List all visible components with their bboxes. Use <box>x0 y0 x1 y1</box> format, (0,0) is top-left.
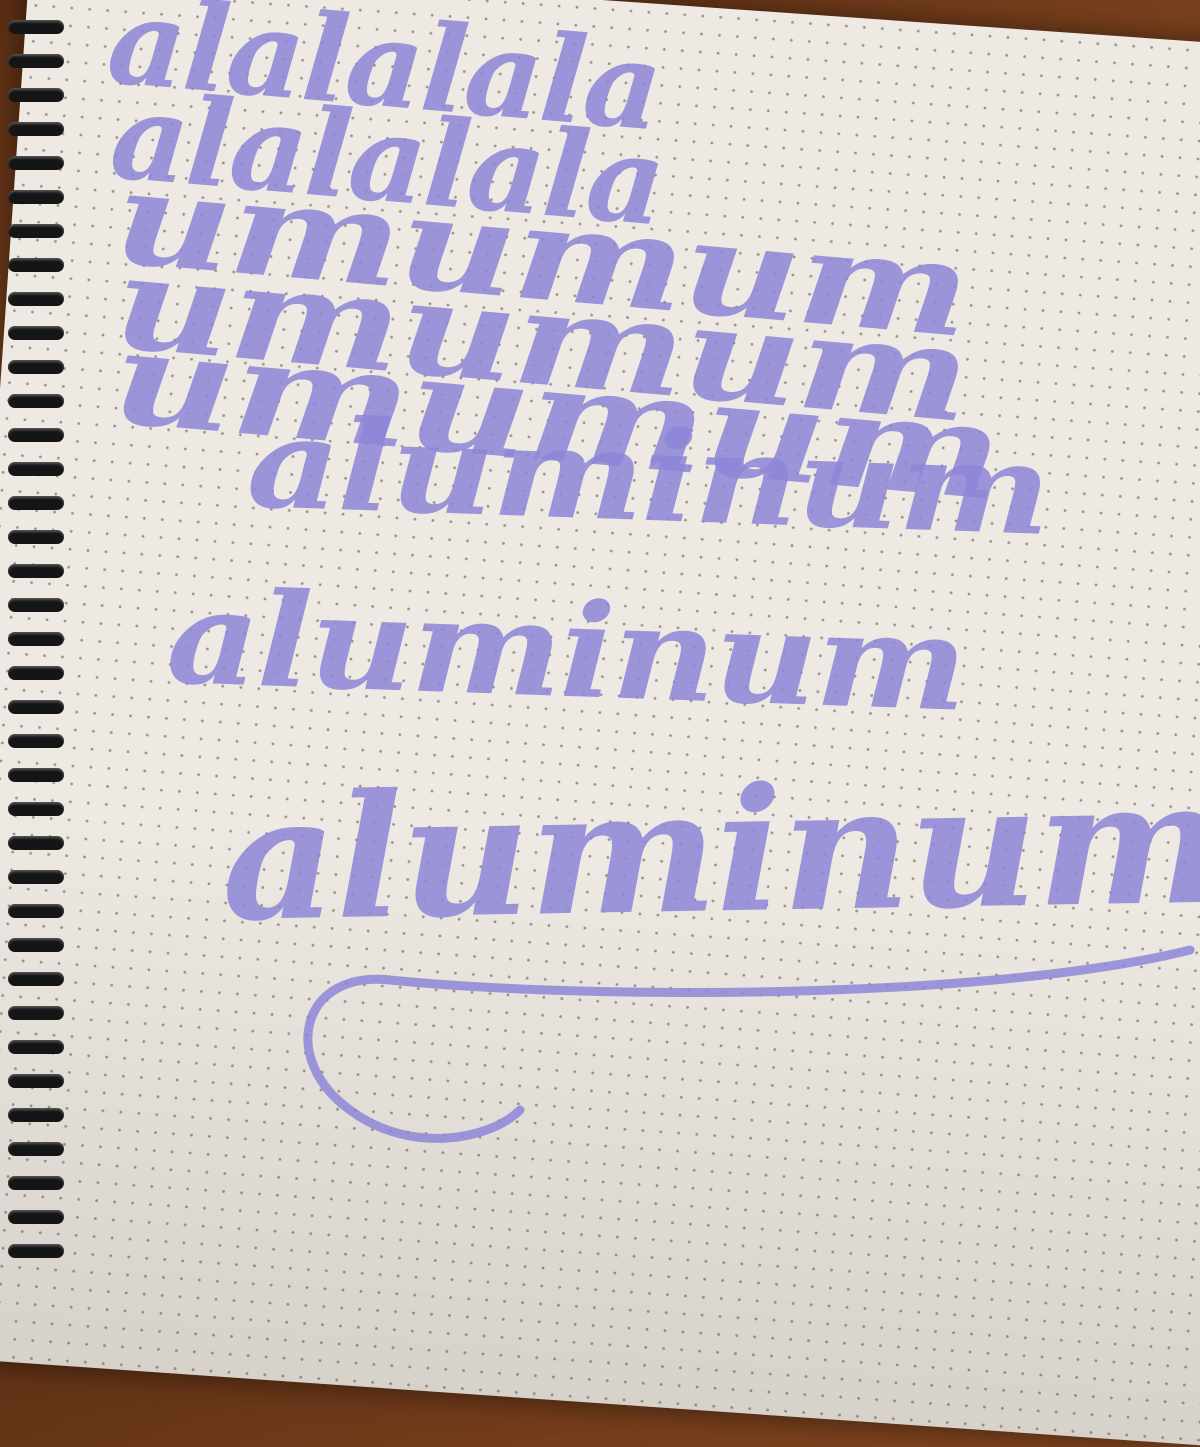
spiral-coil <box>8 1176 64 1190</box>
spiral-coil <box>8 1040 64 1054</box>
spiral-coil <box>8 462 64 476</box>
spiral-coil <box>8 190 64 204</box>
spiral-coil <box>8 428 64 442</box>
spiral-coil <box>8 1210 64 1224</box>
spiral-coil <box>8 938 64 952</box>
spiral-coil <box>8 1006 64 1020</box>
spiral-coil <box>8 1142 64 1156</box>
spiral-coil <box>8 292 64 306</box>
lettering-line: aluminum <box>244 390 1052 564</box>
spiral-coil <box>8 802 64 816</box>
spiral-coil <box>8 564 64 578</box>
spiral-coil <box>8 258 64 272</box>
spiral-coil <box>8 768 64 782</box>
spiral-coil <box>8 1108 64 1122</box>
spiral-coil <box>8 156 64 170</box>
spiral-coil <box>8 394 64 408</box>
spiral-coil <box>8 734 64 748</box>
spiral-coil <box>8 360 64 374</box>
flourish-swash <box>303 945 1195 1143</box>
spiral-coil <box>8 836 64 850</box>
spiral-coil <box>8 530 64 544</box>
spiral-coil <box>8 496 64 510</box>
spiral-coil <box>8 666 64 680</box>
spiral-coil <box>8 904 64 918</box>
spiral-coil <box>8 870 64 884</box>
spiral-coil <box>8 326 64 340</box>
spiral-coil <box>8 224 64 238</box>
spiral-coil <box>8 972 64 986</box>
lettering-line: aluminum <box>164 560 968 741</box>
spiral-coil <box>8 1074 64 1088</box>
spiral-binding <box>0 0 70 1273</box>
lettering-line: aluminum <box>220 742 1200 960</box>
spiral-coil <box>8 700 64 714</box>
spiral-coil <box>8 632 64 646</box>
spiral-coil <box>8 20 64 34</box>
spiral-coil <box>8 88 64 102</box>
spiral-coil <box>8 598 64 612</box>
spiral-coil <box>8 54 64 68</box>
spiral-coil <box>8 1244 64 1258</box>
spiral-coil <box>8 122 64 136</box>
